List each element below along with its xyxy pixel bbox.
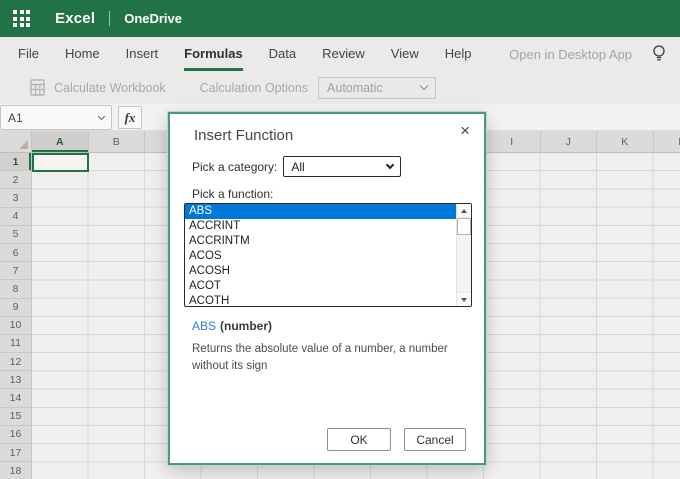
name-box-value: A1	[8, 111, 23, 125]
row-header-16[interactable]: 16	[0, 426, 31, 444]
ribbon-tab-bar: File Home Insert Formulas Data Review View Help…	[0, 37, 680, 71]
cancel-button[interactable]: Cancel	[404, 428, 466, 451]
row-header-3[interactable]: 3	[0, 189, 31, 207]
signature-arguments: (number)	[220, 319, 272, 333]
row-header-13[interactable]: 13	[0, 371, 31, 389]
calculation-mode-value: Automatic	[327, 81, 383, 95]
function-item-abs[interactable]: ABS	[185, 204, 471, 219]
row-header-5[interactable]: 5	[0, 226, 31, 244]
function-item-accrint[interactable]: ACCRINT	[185, 219, 471, 234]
column-header-i[interactable]: I	[484, 131, 541, 152]
category-label: Pick a category:	[192, 160, 277, 174]
function-item-acoth[interactable]: ACOTH	[185, 293, 471, 307]
row-header-17[interactable]: 17	[0, 444, 31, 462]
scrollbar-thumb[interactable]	[457, 218, 471, 235]
service-title[interactable]: OneDrive	[124, 11, 182, 26]
app-title: Excel	[55, 10, 95, 27]
row-header-7[interactable]: 7	[0, 262, 31, 280]
function-signature: ABS (number)	[192, 319, 272, 333]
scroll-up-icon[interactable]	[457, 204, 471, 218]
listbox-scrollbar[interactable]	[456, 204, 471, 306]
chevron-down-icon	[98, 112, 105, 119]
function-listbox: ABSACCRINTACCRINTMACOSACOSHACOTACOTH	[184, 203, 472, 307]
row-headers: 123456789101112131415161718	[0, 153, 32, 479]
formulas-ribbon: Calculate Workbook Calculation Options A…	[0, 71, 680, 104]
tab-view[interactable]: View	[391, 37, 419, 71]
column-header-k[interactable]: K	[597, 131, 654, 152]
row-header-9[interactable]: 9	[0, 299, 31, 317]
column-header-a[interactable]: A	[32, 131, 89, 152]
row-header-18[interactable]: 18	[0, 462, 31, 479]
column-header-j[interactable]: J	[541, 131, 598, 152]
dialog-title: Insert Function	[194, 127, 293, 144]
insert-function-fx-button[interactable]: fx	[118, 106, 142, 129]
tab-review[interactable]: Review	[322, 37, 365, 71]
calculation-options-label[interactable]: Calculation Options	[200, 81, 308, 95]
chevron-down-icon	[420, 82, 428, 90]
calculate-workbook-button[interactable]: Calculate Workbook	[54, 81, 166, 95]
close-icon[interactable]: ×	[458, 120, 472, 141]
category-row: Pick a category: All	[192, 156, 401, 177]
column-header-l[interactable]: L	[654, 131, 680, 152]
signature-function-name: ABS	[192, 319, 216, 333]
column-header-b[interactable]: B	[89, 131, 146, 152]
insert-function-dialog: Insert Function × Pick a category: All P…	[168, 112, 486, 465]
function-list-label: Pick a function:	[192, 187, 273, 201]
name-box[interactable]: A1	[0, 105, 112, 130]
function-items: ABSACCRINTACCRINTMACOSACOSHACOTACOTH	[185, 204, 471, 307]
row-header-1[interactable]: 1	[0, 153, 31, 171]
excel-online-window: Excel OneDrive File Home Insert Formulas Dat…	[0, 0, 680, 479]
dialog-buttons: OK Cancel	[327, 428, 466, 451]
tab-insert[interactable]: Insert	[126, 37, 159, 71]
scroll-down-icon[interactable]	[457, 292, 471, 306]
row-header-6[interactable]: 6	[0, 244, 31, 262]
row-header-14[interactable]: 14	[0, 389, 31, 407]
row-header-8[interactable]: 8	[0, 280, 31, 298]
select-all-triangle-icon	[19, 140, 28, 149]
chevron-down-icon	[386, 160, 394, 168]
open-in-desktop-link[interactable]: Open in Desktop App	[509, 47, 632, 62]
row-header-15[interactable]: 15	[0, 408, 31, 426]
category-value: All	[291, 160, 304, 174]
function-item-acosh[interactable]: ACOSH	[185, 264, 471, 279]
function-description: Returns the absolute value of a number, …	[192, 341, 478, 376]
row-header-10[interactable]: 10	[0, 317, 31, 335]
calculation-mode-dropdown[interactable]: Automatic	[318, 77, 436, 99]
calculate-workbook-icon	[30, 79, 45, 96]
select-all-corner[interactable]	[0, 131, 32, 152]
row-header-4[interactable]: 4	[0, 208, 31, 226]
tab-formulas[interactable]: Formulas	[184, 37, 243, 71]
selected-cell-a1[interactable]	[32, 153, 89, 172]
row-header-11[interactable]: 11	[0, 335, 31, 353]
function-item-acot[interactable]: ACOT	[185, 278, 471, 293]
row-header-12[interactable]: 12	[0, 353, 31, 371]
tab-home[interactable]: Home	[65, 37, 100, 71]
ribbon-tabs: File Home Insert Formulas Data Review View Help	[0, 37, 471, 71]
row-header-2[interactable]: 2	[0, 171, 31, 189]
function-item-acos[interactable]: ACOS	[185, 249, 471, 264]
ok-button[interactable]: OK	[327, 428, 391, 451]
category-select[interactable]: All	[283, 156, 401, 177]
top-app-bar: Excel OneDrive	[0, 0, 680, 37]
tab-data[interactable]: Data	[269, 37, 296, 71]
tell-me-lightbulb-icon[interactable]	[650, 44, 668, 64]
function-item-accrintm[interactable]: ACCRINTM	[185, 234, 471, 249]
tab-help[interactable]: Help	[445, 37, 472, 71]
app-launcher-icon[interactable]	[13, 10, 30, 27]
tab-file[interactable]: File	[18, 37, 39, 71]
title-divider	[109, 11, 110, 26]
menubar-right: Open in Desktop App	[509, 37, 680, 71]
